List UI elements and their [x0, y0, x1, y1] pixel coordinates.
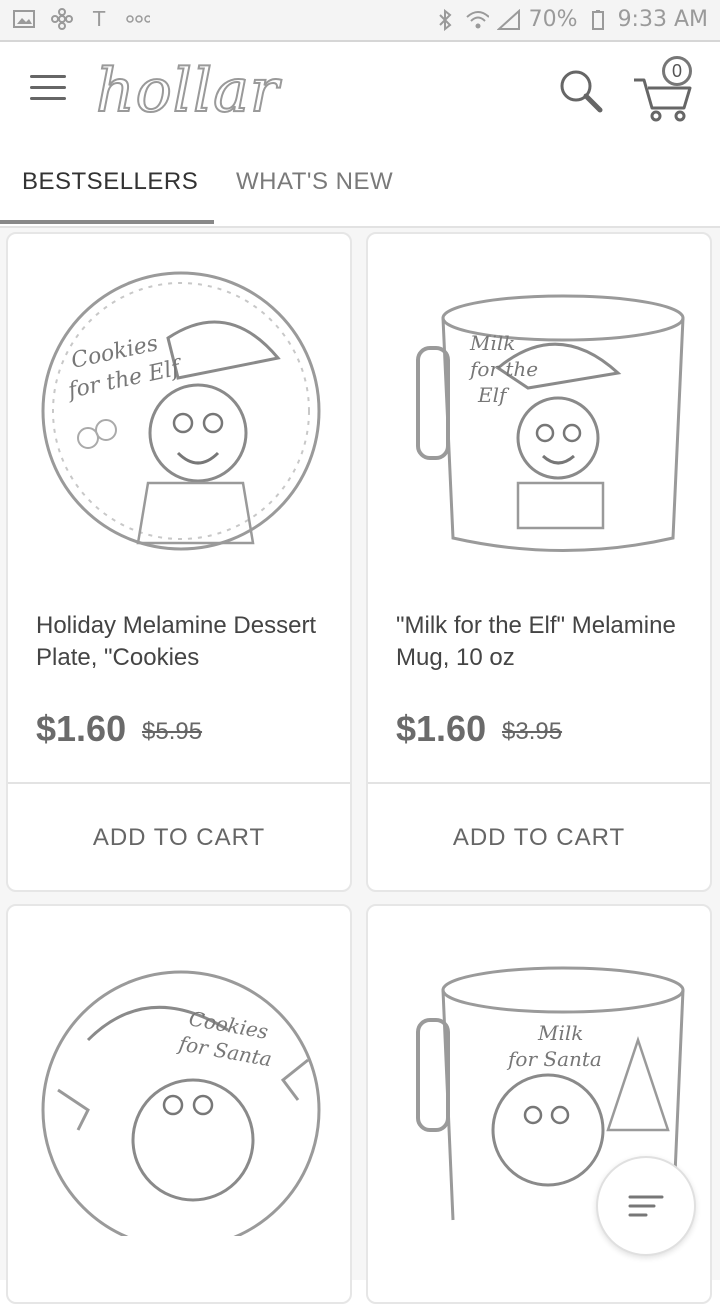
mug-lettering: Milk — [469, 331, 515, 355]
product-price: $1.60 — [396, 708, 487, 749]
cart-button[interactable]: 0 — [630, 56, 700, 126]
hollar-logo: hollar — [95, 55, 280, 127]
mug-lettering: Milk — [537, 1021, 583, 1045]
product-image-santa-plate[interactable]: Cookies for Santa — [28, 930, 334, 1250]
product-title[interactable]: Holiday Melamine Dessert Plate, "Cookies — [36, 610, 336, 674]
product-card[interactable]: Cookies for the Elf Holiday Melamine Des… — [6, 232, 352, 892]
tab-bar: BESTSELLERS WHAT'S NEW — [0, 142, 720, 228]
status-bar: T 70% 9:33 AM — [0, 0, 720, 42]
signal-icon — [496, 8, 521, 31]
svg-text:T: T — [92, 8, 106, 30]
search-icon[interactable] — [556, 66, 606, 116]
add-to-cart-button[interactable]: ADD TO CART — [8, 784, 350, 890]
menu-icon[interactable] — [30, 75, 66, 105]
tab-whats-new[interactable]: WHAT'S NEW — [236, 168, 393, 196]
tab-bestsellers[interactable]: BESTSELLERS — [22, 168, 198, 196]
status-right-icons: 70% 9:33 AM — [433, 7, 708, 32]
cart-count-badge: 0 — [662, 56, 692, 86]
product-image-elf-plate[interactable]: Cookies for the Elf — [28, 258, 334, 564]
tmobile-icon: T — [88, 8, 112, 30]
battery-icon — [586, 9, 610, 31]
mug-lettering: Elf — [477, 383, 510, 407]
battery-percent: 70% — [528, 7, 578, 32]
add-to-cart-button[interactable]: ADD TO CART — [368, 784, 710, 890]
clock-time: 9:33 AM — [617, 7, 708, 32]
mug-lettering: for Santa — [506, 1047, 602, 1071]
filter-button[interactable] — [596, 1156, 696, 1256]
mug-lettering: for the — [468, 357, 538, 381]
product-old-price: $5.95 — [142, 718, 203, 745]
wifi-icon — [465, 9, 489, 31]
product-title[interactable]: "Milk for the Elf" Melamine Mug, 10 oz — [396, 610, 696, 674]
pinwheel-icon — [50, 8, 74, 30]
bluetooth-icon — [433, 8, 457, 31]
product-card[interactable]: Milk for the Elf "Milk for the Elf" Mela… — [366, 232, 712, 892]
product-card[interactable]: Cookies for Santa — [6, 904, 352, 1304]
more-dots-icon — [126, 8, 150, 30]
status-left-icons: T — [12, 8, 150, 30]
product-image-elf-mug[interactable]: Milk for the Elf — [388, 258, 694, 564]
image-notification-icon — [12, 8, 36, 30]
app-bar: hollar 0 — [0, 42, 720, 142]
product-price: $1.60 — [36, 708, 127, 749]
product-old-price: $3.95 — [502, 718, 563, 745]
active-tab-indicator — [0, 220, 214, 224]
filter-sort-icon — [628, 1195, 664, 1217]
